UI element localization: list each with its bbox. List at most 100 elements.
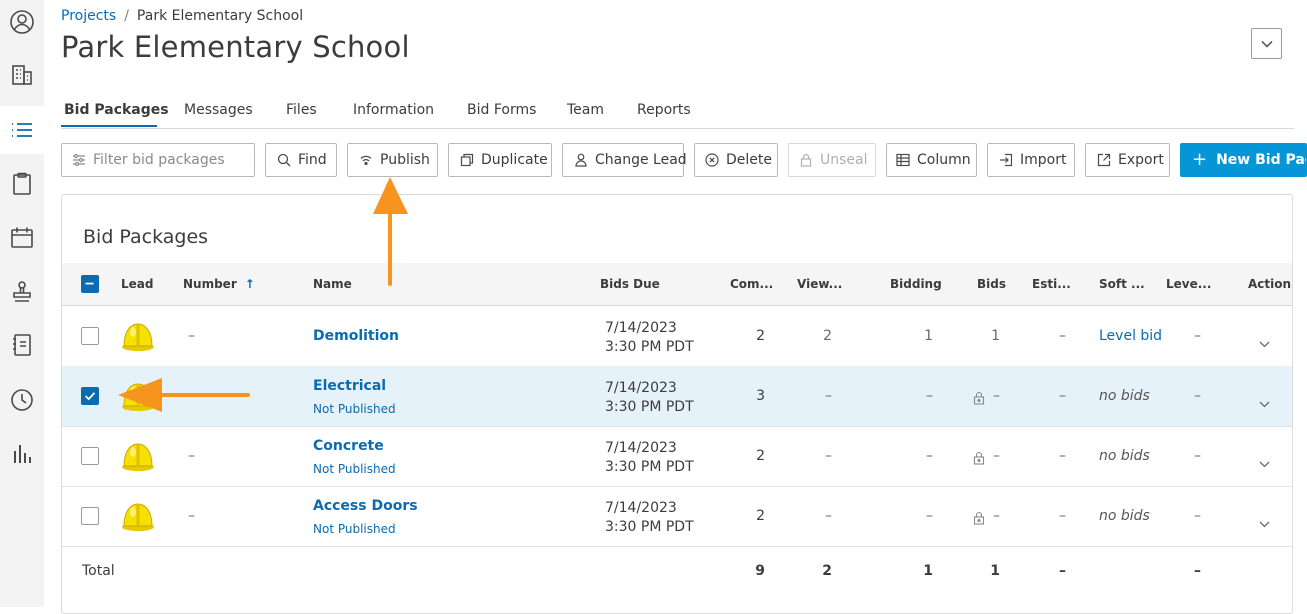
breadcrumb-projects-link[interactable]: Projects bbox=[61, 8, 116, 24]
publish-button[interactable]: Publish bbox=[347, 143, 438, 177]
new-bid-package-button[interactable]: + New Bid Packa bbox=[1180, 143, 1307, 177]
list-icon[interactable] bbox=[0, 106, 44, 154]
table-title: Bid Packages bbox=[83, 226, 209, 248]
column-header-bidding[interactable]: Bidding bbox=[890, 277, 942, 291]
soft-value: no bids bbox=[1099, 448, 1150, 464]
import-icon bbox=[999, 153, 1013, 167]
unseal-label: Unseal bbox=[820, 152, 868, 168]
row-action-chevron-icon[interactable] bbox=[1259, 453, 1270, 472]
column-label: Column bbox=[917, 152, 971, 168]
table-icon bbox=[896, 153, 910, 167]
change-lead-button[interactable]: Change Lead bbox=[562, 143, 687, 177]
bids-due-date: 7/14/2023 bbox=[605, 320, 677, 336]
row-action-chevron-icon[interactable] bbox=[1259, 513, 1270, 532]
project-tabs: Bid Packages Messages Files Information … bbox=[61, 96, 1294, 129]
bids-due-date: 7/14/2023 bbox=[605, 440, 677, 456]
row-action-chevron-icon[interactable] bbox=[1259, 333, 1270, 352]
export-button[interactable]: Export bbox=[1085, 143, 1170, 177]
import-button[interactable]: Import bbox=[987, 143, 1075, 177]
project-menu-dropdown[interactable] bbox=[1251, 28, 1282, 59]
new-bid-package-label: New Bid Packa bbox=[1216, 152, 1306, 168]
tab-reports[interactable]: Reports bbox=[637, 102, 691, 118]
column-header-name[interactable]: Name bbox=[313, 277, 352, 291]
bids-due-date: 7/14/2023 bbox=[605, 500, 677, 516]
tab-bid-packages[interactable]: Bid Packages bbox=[64, 102, 169, 118]
find-label: Find bbox=[298, 152, 327, 168]
bids-value: 1 bbox=[991, 328, 1000, 344]
total-esti: – bbox=[1059, 563, 1066, 579]
bid-package-name-link[interactable]: Access Doors bbox=[313, 498, 418, 514]
column-header-bids[interactable]: Bids bbox=[977, 277, 1006, 291]
bar-chart-icon[interactable] bbox=[0, 432, 44, 476]
notebook-icon[interactable] bbox=[0, 323, 44, 367]
column-header-com[interactable]: Com... bbox=[730, 277, 773, 291]
building-icon[interactable] bbox=[0, 53, 44, 97]
breadcrumb: Projects / Park Elementary School bbox=[61, 8, 303, 24]
export-label: Export bbox=[1118, 152, 1164, 168]
total-leve: – bbox=[1194, 563, 1201, 579]
leve-value: – bbox=[1194, 388, 1201, 404]
bidding-value: – bbox=[926, 388, 933, 404]
tab-bid-forms[interactable]: Bid Forms bbox=[467, 102, 536, 118]
row-action-chevron-icon[interactable] bbox=[1259, 393, 1270, 412]
column-button[interactable]: Column bbox=[886, 143, 977, 177]
column-header-lead[interactable]: Lead bbox=[121, 277, 153, 291]
row-checkbox[interactable] bbox=[81, 507, 99, 525]
view-value: – bbox=[825, 388, 832, 404]
chevron-down-icon bbox=[1260, 40, 1273, 48]
bidding-value: – bbox=[926, 508, 933, 524]
column-header-view[interactable]: View... bbox=[797, 277, 842, 291]
change-lead-label: Change Lead bbox=[595, 152, 687, 168]
esti-value: – bbox=[1059, 508, 1066, 524]
publish-status: Not Published bbox=[313, 462, 396, 476]
bid-package-name-link[interactable]: Electrical bbox=[313, 378, 386, 394]
left-navigation-rail bbox=[0, 0, 44, 607]
unseal-button[interactable]: Unseal bbox=[788, 143, 876, 177]
bids-due-date: 7/14/2023 bbox=[605, 380, 677, 396]
column-header-esti[interactable]: Esti... bbox=[1032, 277, 1071, 291]
check-icon bbox=[84, 392, 96, 401]
bids-value: – bbox=[993, 448, 1000, 464]
tab-information[interactable]: Information bbox=[353, 102, 434, 118]
total-bidding: 1 bbox=[923, 563, 933, 579]
column-header-number[interactable]: Number ↑ bbox=[183, 277, 255, 291]
column-header-leve[interactable]: Leve... bbox=[1166, 277, 1211, 291]
bids-value: – bbox=[993, 508, 1000, 524]
stamp-icon[interactable] bbox=[0, 270, 44, 314]
person-icon bbox=[574, 153, 588, 167]
duplicate-button[interactable]: Duplicate bbox=[448, 143, 552, 177]
select-all-checkbox[interactable] bbox=[81, 275, 99, 293]
tab-messages[interactable]: Messages bbox=[184, 102, 253, 118]
bidding-value: – bbox=[926, 448, 933, 464]
filter-bid-packages-input[interactable]: Filter bid packages bbox=[61, 143, 255, 177]
view-value: – bbox=[825, 508, 832, 524]
bid-package-name-link[interactable]: Concrete bbox=[313, 438, 384, 454]
leve-value: – bbox=[1194, 508, 1201, 524]
bids-value: – bbox=[993, 388, 1000, 404]
com-value: 2 bbox=[756, 328, 765, 344]
esti-value: – bbox=[1059, 448, 1066, 464]
row-checkbox[interactable] bbox=[81, 387, 99, 405]
find-button[interactable]: Find bbox=[265, 143, 337, 177]
clock-icon[interactable] bbox=[0, 378, 44, 422]
view-value: – bbox=[825, 448, 832, 464]
column-header-soft[interactable]: Soft ... bbox=[1099, 277, 1145, 291]
bid-package-name-link[interactable]: Demolition bbox=[313, 328, 399, 344]
column-header-bids-due[interactable]: Bids Due bbox=[600, 277, 660, 291]
duplicate-label: Duplicate bbox=[481, 152, 548, 168]
delete-button[interactable]: Delete bbox=[694, 143, 778, 177]
esti-value: – bbox=[1059, 328, 1066, 344]
calendar-icon[interactable] bbox=[0, 216, 44, 260]
close-circle-icon bbox=[705, 153, 719, 167]
tab-team[interactable]: Team bbox=[567, 102, 604, 118]
soft-value[interactable]: Level bid bbox=[1099, 328, 1162, 344]
row-checkbox[interactable] bbox=[81, 447, 99, 465]
user-circle-icon[interactable] bbox=[0, 0, 44, 44]
tab-files[interactable]: Files bbox=[286, 102, 317, 118]
com-value: 3 bbox=[756, 388, 765, 404]
row-checkbox[interactable] bbox=[81, 327, 99, 345]
view-value: 2 bbox=[823, 328, 832, 344]
clipboard-icon[interactable] bbox=[0, 162, 44, 206]
leve-value: – bbox=[1194, 328, 1201, 344]
filter-placeholder: Filter bid packages bbox=[93, 152, 225, 168]
